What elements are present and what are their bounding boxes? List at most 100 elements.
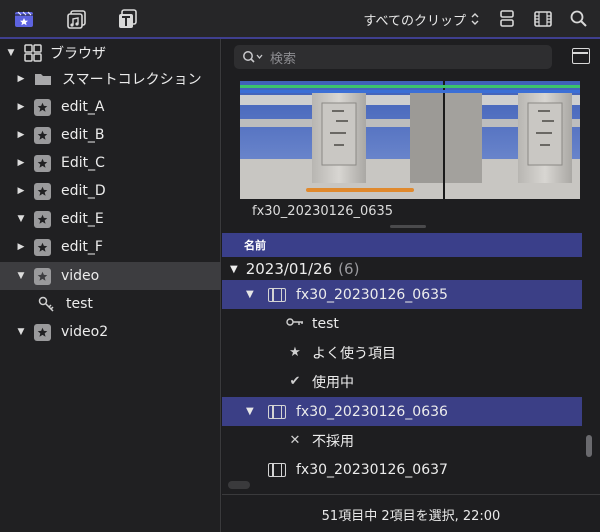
disclosure-down-icon[interactable]: ▼ bbox=[246, 406, 258, 417]
film-clip-icon bbox=[268, 462, 286, 477]
list-item-clip[interactable]: ▼ fx30_20230126_0635 bbox=[222, 280, 582, 309]
sidebar-item-label: ブラウザ bbox=[50, 46, 106, 62]
favorite-label: よく使う項目 bbox=[312, 345, 396, 362]
keyword-label: test bbox=[312, 315, 339, 332]
sidebar-item-label: video bbox=[61, 268, 100, 284]
sidebar-item-smart-collections[interactable]: ▶ スマートコレクション bbox=[0, 65, 221, 93]
sidebar-item-edit-f[interactable]: ▶ edit_F bbox=[0, 233, 221, 261]
splitter-handle[interactable] bbox=[390, 225, 426, 228]
clip-name: fx30_20230126_0635 bbox=[296, 286, 448, 303]
sidebar-item-browser[interactable]: ▼ ブラウザ bbox=[0, 39, 221, 67]
toolbar: すべてのクリップ bbox=[0, 0, 600, 38]
used-label: 使用中 bbox=[312, 374, 354, 391]
search-field[interactable]: 検索 bbox=[234, 45, 552, 69]
sidebar-item-label: edit_B bbox=[61, 127, 105, 143]
inspector-panel-icon[interactable] bbox=[572, 48, 590, 64]
column-header-label: 名前 bbox=[244, 239, 266, 252]
horizontal-scrollbar[interactable] bbox=[228, 481, 250, 489]
reject-x-icon: ✕ bbox=[289, 433, 301, 448]
disclosure-down-icon[interactable]: ▼ bbox=[16, 271, 26, 281]
star-icon bbox=[34, 323, 51, 341]
search-icon bbox=[243, 51, 263, 63]
rejected-label: 不採用 bbox=[312, 433, 354, 450]
folder-icon bbox=[35, 74, 51, 85]
disclosure-down-icon[interactable]: ▼ bbox=[16, 327, 26, 337]
sidebar-item-label: edit_F bbox=[61, 239, 103, 255]
clip-list: 名前 ▼ 2023/01/26 (6) ▼ fx30_20230126_0635… bbox=[222, 233, 582, 479]
disclosure-right-icon[interactable]: ▶ bbox=[16, 158, 26, 168]
sidebar-item-edit-c[interactable]: ▶ Edit_C bbox=[0, 149, 221, 177]
preview-clip-name: fx30_20230126_0635 bbox=[252, 204, 394, 219]
key-icon bbox=[286, 316, 304, 331]
column-header-name[interactable]: 名前 bbox=[222, 233, 582, 257]
film-clip-icon bbox=[268, 404, 286, 419]
star-icon: ★ bbox=[289, 345, 301, 360]
sidebar-item-video2[interactable]: ▼ video2 bbox=[0, 318, 221, 346]
library-grid-icon bbox=[24, 44, 42, 62]
sidebar-item-label: スマートコレクション bbox=[62, 72, 202, 88]
star-icon bbox=[34, 238, 51, 256]
star-icon bbox=[34, 267, 51, 285]
list-item-keyword[interactable]: test bbox=[222, 309, 582, 338]
sidebar-item-edit-e[interactable]: ▼ edit_E bbox=[0, 205, 221, 233]
clip-filmstrip[interactable] bbox=[240, 81, 580, 199]
disclosure-right-icon[interactable]: ▶ bbox=[16, 186, 26, 196]
list-item-clip[interactable]: ▼ fx30_20230126_0636 bbox=[222, 397, 582, 426]
sidebar-item-edit-d[interactable]: ▶ edit_D bbox=[0, 177, 221, 205]
list-item-used[interactable]: ✔ 使用中 bbox=[222, 367, 582, 396]
sidebar: ▼ ブラウザ ▶ スマートコレクション ▶ edit_A ▶ edit_B ▶ … bbox=[0, 39, 221, 532]
sidebar-item-label: test bbox=[66, 296, 93, 312]
sidebar-item-edit-b[interactable]: ▶ edit_B bbox=[0, 121, 221, 149]
sidebar-item-keyword-test[interactable]: test bbox=[0, 290, 221, 318]
sidebar-item-label: edit_A bbox=[61, 99, 105, 115]
photos-audio-icon[interactable] bbox=[66, 8, 88, 30]
favorite-range-line bbox=[240, 90, 580, 93]
sidebar-item-label: edit_E bbox=[61, 211, 104, 227]
disclosure-right-icon[interactable]: ▶ bbox=[16, 130, 26, 140]
disclosure-right-icon[interactable]: ▶ bbox=[16, 74, 26, 84]
disclosure-down-icon[interactable]: ▼ bbox=[230, 264, 238, 275]
clip-appearance-icon[interactable] bbox=[496, 8, 518, 30]
browser-panel: 検索 fx30_20230126_0635 名前 ▼ 2023/01/26 (6… bbox=[222, 39, 600, 532]
sidebar-item-edit-a[interactable]: ▶ edit_A bbox=[0, 93, 221, 121]
key-icon bbox=[38, 296, 54, 312]
disclosure-down-icon[interactable]: ▼ bbox=[6, 48, 16, 58]
clip-filter-dropdown[interactable]: すべてのクリップ bbox=[363, 9, 480, 29]
star-icon bbox=[34, 154, 51, 172]
used-range-bar bbox=[306, 188, 414, 192]
checkmark-icon: ✔ bbox=[289, 374, 301, 389]
sidebar-item-label: video2 bbox=[61, 324, 109, 340]
sidebar-item-label: Edit_C bbox=[61, 155, 105, 171]
star-icon bbox=[34, 182, 51, 200]
clip-name: fx30_20230126_0636 bbox=[296, 403, 448, 420]
star-icon bbox=[34, 126, 51, 144]
film-clip-icon bbox=[268, 287, 286, 302]
date-group-row[interactable]: ▼ 2023/01/26 (6) bbox=[222, 257, 582, 281]
disclosure-right-icon[interactable]: ▶ bbox=[16, 242, 26, 252]
disclosure-down-icon[interactable]: ▼ bbox=[246, 289, 258, 300]
chevron-updown-icon bbox=[471, 13, 479, 25]
search-toggle-icon[interactable] bbox=[568, 8, 590, 30]
status-divider bbox=[222, 494, 600, 495]
sidebar-item-label: edit_D bbox=[61, 183, 106, 199]
list-item-favorite[interactable]: ★ よく使う項目 bbox=[222, 338, 582, 367]
selection-status: 51項目中 2項目を選択, 22:00 bbox=[321, 509, 501, 524]
date-group-count: (6) bbox=[338, 260, 360, 278]
star-icon bbox=[34, 210, 51, 228]
disclosure-down-icon[interactable]: ▼ bbox=[16, 214, 26, 224]
disclosure-right-icon[interactable]: ▶ bbox=[16, 102, 26, 112]
clip-thumbnail-image bbox=[240, 81, 580, 199]
libraries-icon[interactable] bbox=[13, 8, 35, 30]
star-icon bbox=[34, 98, 51, 116]
clip-name: fx30_20230126_0637 bbox=[296, 461, 448, 478]
date-group-label: 2023/01/26 bbox=[245, 260, 333, 278]
titles-generators-icon[interactable] bbox=[117, 8, 139, 30]
keyword-range-line bbox=[240, 85, 580, 88]
search-placeholder: 検索 bbox=[270, 51, 297, 67]
list-item-clip[interactable]: fx30_20230126_0637 bbox=[222, 455, 582, 479]
vertical-scrollbar[interactable] bbox=[586, 435, 592, 457]
sidebar-item-video[interactable]: ▼ video bbox=[0, 262, 221, 290]
list-item-rejected[interactable]: ✕ 不採用 bbox=[222, 426, 582, 455]
filmstrip-view-icon[interactable] bbox=[532, 8, 554, 30]
clip-filter-label: すべてのクリップ bbox=[363, 13, 466, 29]
